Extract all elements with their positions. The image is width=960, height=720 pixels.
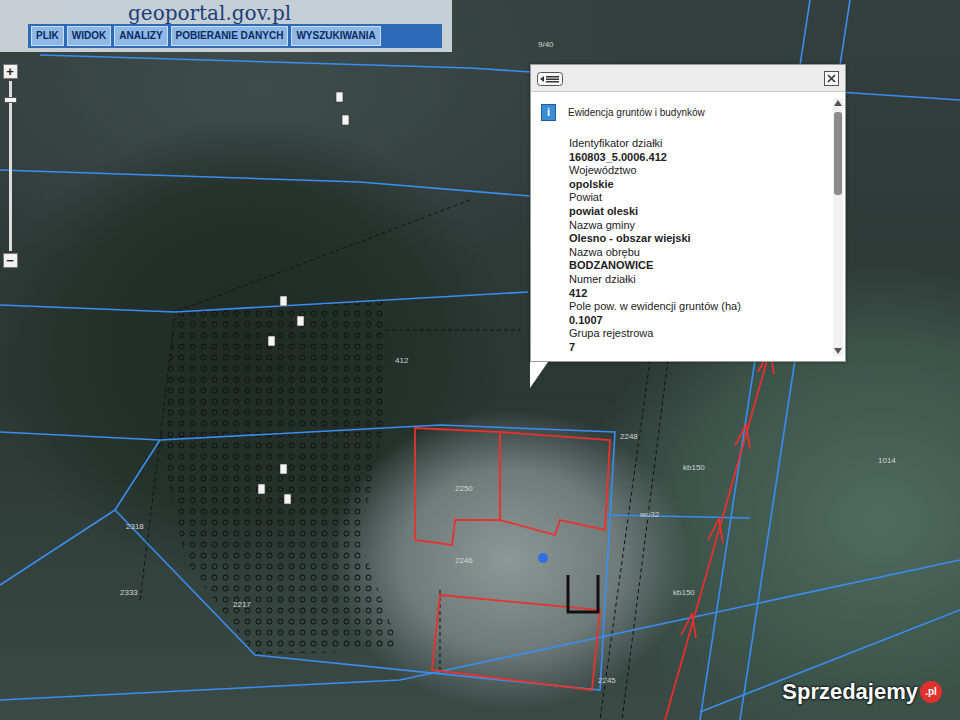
map-screen: geoportal.gov.plPLIKWIDOKANALIZYPOBIERAN… [0,0,960,720]
map-label: 2250 [455,484,473,493]
list-icon[interactable] [537,66,563,90]
map-label: kb150 [683,463,705,472]
info-popup: i Ewidencja gruntów i budynków Identyfikat… [530,64,846,362]
watermark-text: Sprzedajemy [782,675,918,708]
field-label: Nazwa obrębu [569,246,823,260]
field-value: opolskie [569,178,823,192]
field-list: Identyfikator działki160803_5.0006.412Wo… [541,137,823,355]
map-label: 2318 [126,522,144,531]
field-label: Numer działki [569,273,823,287]
scroll-down-icon[interactable] [834,348,842,354]
field-value: 160803_5.0006.412 [569,151,823,165]
watermark: Sprzedajemy.pl [782,675,942,708]
zoom-in-button[interactable]: + [3,64,18,79]
popup-title: Ewidencja gruntów i budynków [568,105,705,120]
field-label: Nazwa gminy [569,219,823,233]
field-label: Powiat [569,191,823,205]
popup-header [531,65,845,92]
popup-pointer [530,362,548,388]
map-label: 2217 [233,600,251,609]
map-label: 2248 [620,432,638,441]
scroll-up-icon[interactable] [834,100,842,106]
menu-button[interactable]: PLIK [31,26,64,46]
field-value: 7 [569,341,823,355]
map-label: 2333 [120,588,138,597]
zoom-slider[interactable] [9,81,12,251]
map-label: 412 [395,356,408,365]
header: geoportal.gov.plPLIKWIDOKANALIZYPOBIERAN… [0,0,452,52]
scrollbar[interactable] [833,98,843,356]
map-label: 1014 [878,456,896,465]
field-label: Województwo [569,164,823,178]
zoom-out-button[interactable]: − [3,253,18,268]
menu-button[interactable]: WYSZUKIWANIA [291,26,380,46]
field-label: Grupa rejestrowa [569,327,823,341]
field-label: Pole pow. w ewidencji gruntów (ha) [569,300,823,314]
scroll-thumb[interactable] [834,112,842,195]
menu-button[interactable]: POBIERANIE DANYCH [171,26,289,46]
field-value: BODZANOWICE [569,259,823,273]
close-icon[interactable] [824,66,839,90]
popup-body: i Ewidencja gruntów i budynków Identyfikat… [531,92,845,361]
map-label: kb150 [673,588,695,597]
popup-title-row: i Ewidencja gruntów i budynków [541,104,823,121]
logo[interactable]: geoportal.gov.pl [28,2,452,24]
menu-button[interactable]: ANALIZY [114,26,167,46]
map-label: wo32 [640,510,659,519]
field-value: Olesno - obszar wiejski [569,232,823,246]
menu-button[interactable]: WIDOK [67,26,111,46]
field-value: 0.1007 [569,314,823,328]
map-label: 2246 [455,556,473,565]
map-label: 2245 [598,676,616,685]
field-value: 412 [569,287,823,301]
field-value: powiat oleski [569,205,823,219]
watermark-suffix: .pl [920,681,942,703]
zoom-thumb[interactable] [4,97,17,103]
info-icon: i [541,104,556,121]
menu-bar: PLIKWIDOKANALIZYPOBIERANIE DANYCHWYSZUKI… [28,24,442,48]
zoom-control: +− [2,64,18,268]
map-label: 9/40 [538,40,554,49]
field-label: Identyfikator działki [569,137,823,151]
